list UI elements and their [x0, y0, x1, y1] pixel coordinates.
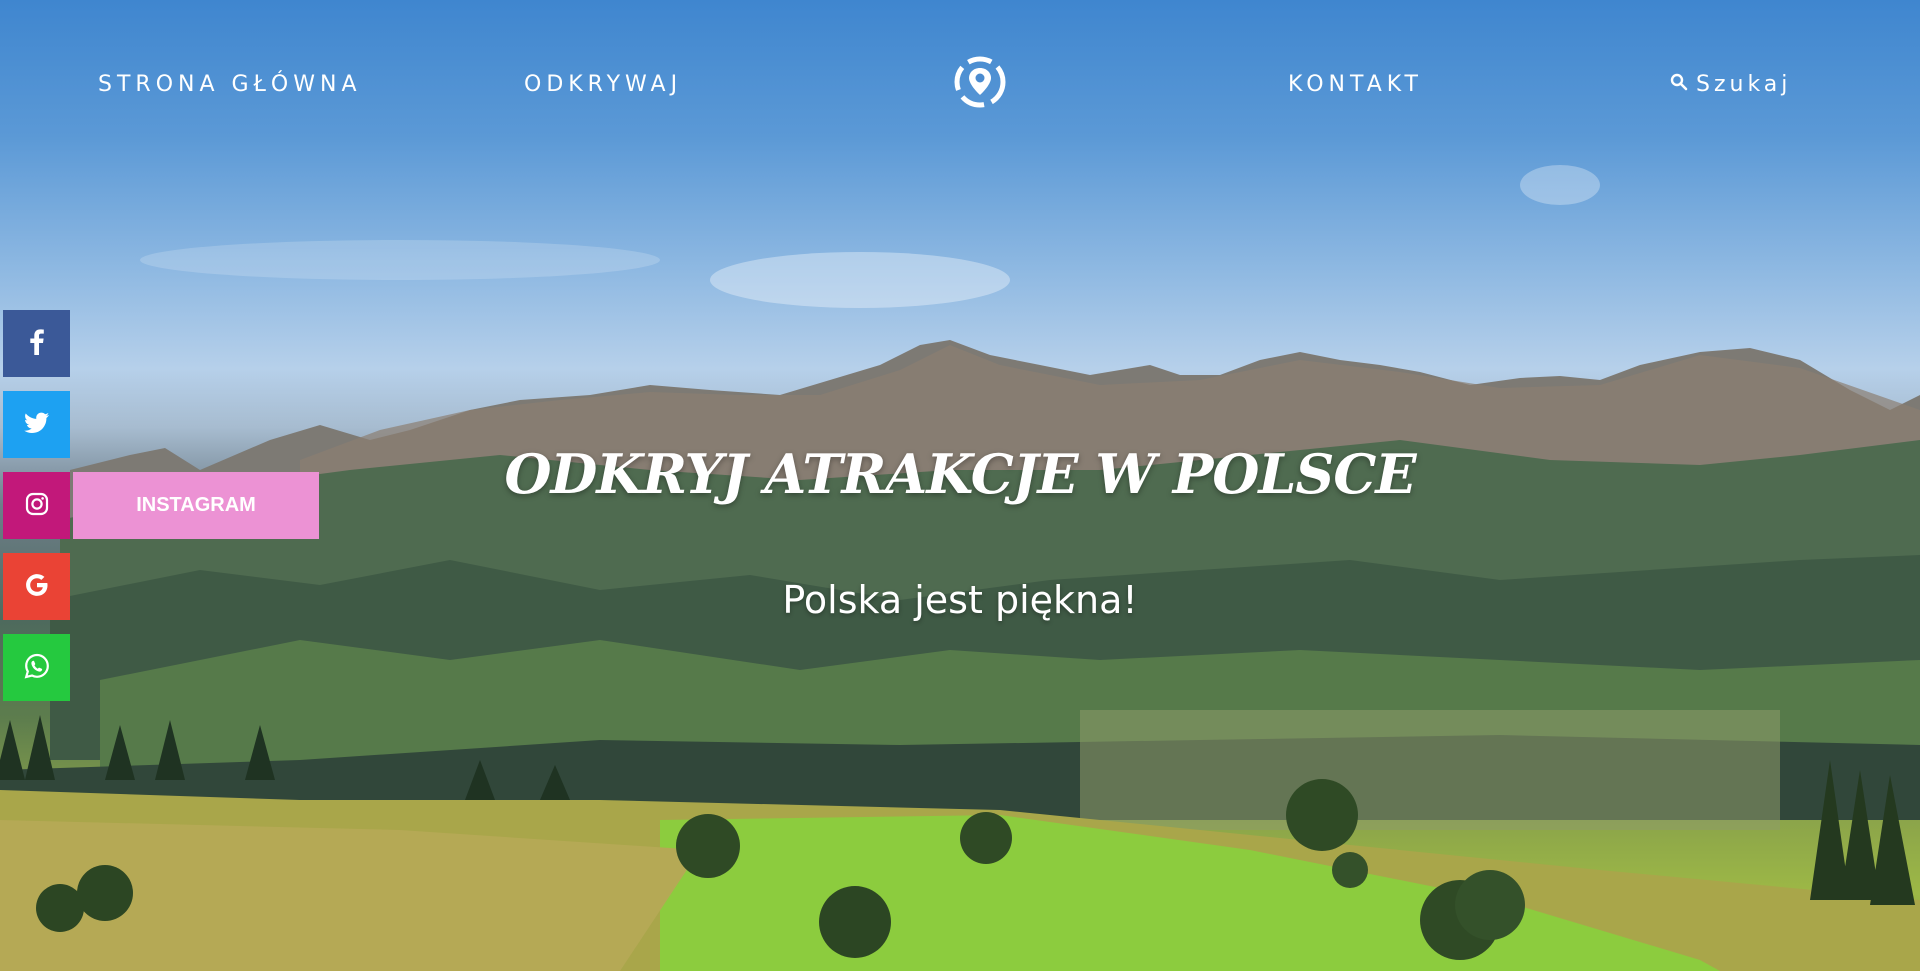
whatsapp-icon — [24, 653, 50, 683]
instagram-icon — [25, 492, 49, 520]
twitter-share-button[interactable] — [3, 391, 70, 458]
top-navigation: STRONA GŁÓWNA ODKRYWAJ KONTAKT Szukaj — [0, 0, 1920, 170]
facebook-icon — [26, 328, 48, 359]
search-button[interactable]: Szukaj — [1670, 72, 1791, 97]
hero-section: STRONA GŁÓWNA ODKRYWAJ KONTAKT Szukaj OD… — [0, 0, 1920, 971]
instagram-share-label[interactable]: INSTAGRAM — [73, 472, 319, 539]
search-icon — [1670, 72, 1688, 97]
twitter-icon — [23, 412, 50, 438]
instagram-share-button[interactable] — [3, 472, 70, 539]
nav-explore-link[interactable]: ODKRYWAJ — [524, 72, 682, 97]
whatsapp-share-button[interactable] — [3, 634, 70, 701]
nav-contact-link[interactable]: KONTAKT — [1288, 72, 1423, 97]
google-share-button[interactable] — [3, 553, 70, 620]
facebook-share-button[interactable] — [3, 310, 70, 377]
hero-subtitle: Polska jest piękna! — [782, 578, 1138, 622]
location-pin-icon[interactable] — [952, 54, 1008, 110]
nav-home-link[interactable]: STRONA GŁÓWNA — [98, 72, 362, 97]
google-icon — [25, 573, 49, 601]
search-label: Szukaj — [1696, 72, 1792, 97]
